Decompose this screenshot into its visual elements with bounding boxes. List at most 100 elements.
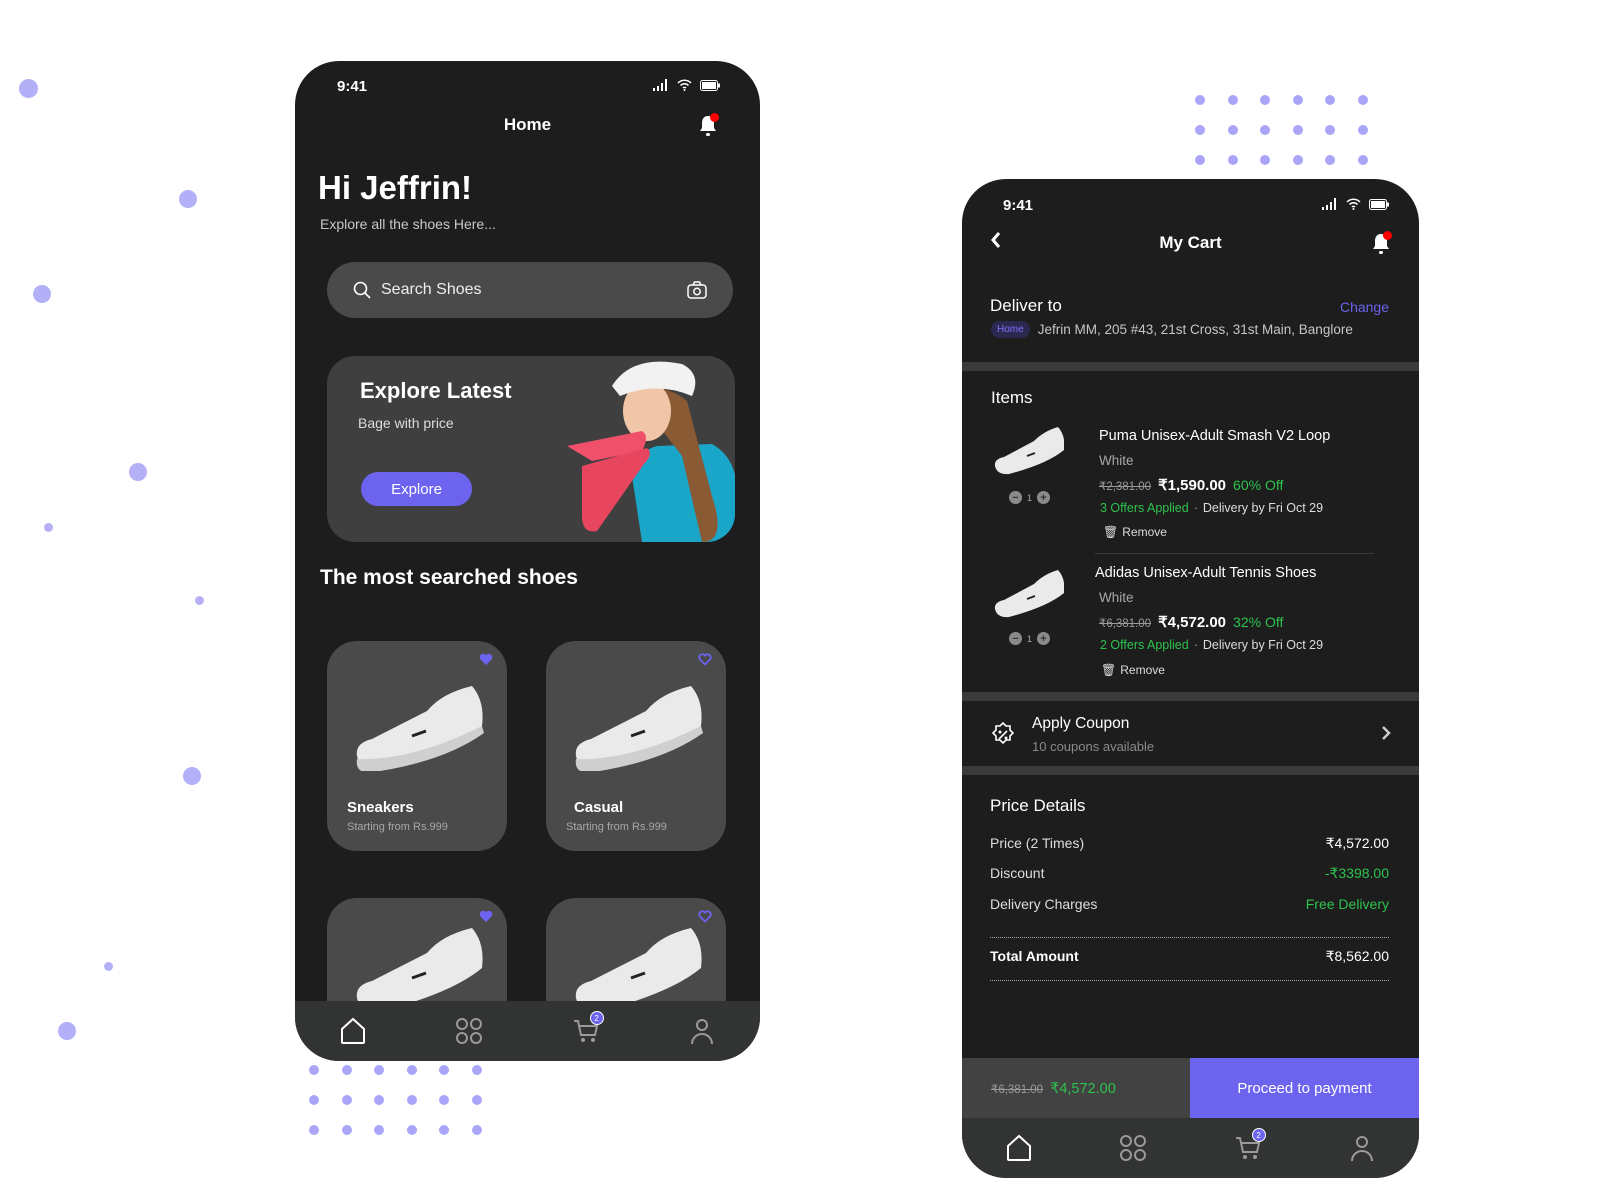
offers-applied[interactable]: 3 Offers Applied: [1100, 501, 1189, 515]
nav-home[interactable]: [333, 1011, 373, 1051]
status-icons: [1322, 198, 1389, 210]
address-tag: Home: [991, 321, 1030, 338]
user-icon: [690, 1019, 713, 1045]
apply-coupon-row[interactable]: Apply Coupon 10 coupons available: [962, 701, 1419, 766]
nav-categories[interactable]: [1113, 1128, 1153, 1168]
total-row: Total Amount ₹8,562.00: [990, 948, 1389, 964]
product-card[interactable]: Casual Starting from Rs.999: [546, 641, 726, 851]
notification-dot: [710, 113, 719, 122]
delivery-date: Delivery by Fri Oct 29: [1202, 638, 1324, 652]
decor-dot: [58, 1022, 76, 1040]
decrease-button[interactable]: −: [1009, 632, 1022, 645]
deliver-to-label: Deliver to: [990, 296, 1062, 315]
bottom-nav: 2: [962, 1118, 1419, 1178]
product-card[interactable]: Sneakers Starting from Rs.999: [327, 641, 507, 851]
shoe-image: [356, 686, 484, 771]
decrease-button[interactable]: −: [1009, 491, 1022, 504]
search-bar[interactable]: Search Shoes: [327, 262, 733, 318]
decor-dot: [195, 596, 204, 605]
coupon-icon: [991, 722, 1015, 745]
banner-subtitle: Bage with price: [358, 415, 454, 431]
address-text: Jefrin MM, 205 #43, 21st Cross, 31st Mai…: [1037, 322, 1353, 337]
shoe-image: [575, 928, 702, 1012]
decor-dot: [19, 79, 38, 98]
home-icon: [1007, 1134, 1032, 1161]
nav-cart[interactable]: 2: [1228, 1128, 1268, 1168]
decor-dot: [33, 285, 51, 303]
grid-icon: [1120, 1135, 1147, 1161]
product-name: Casual: [574, 799, 624, 816]
signal-icon: [653, 79, 667, 91]
banner-title: Explore Latest: [360, 378, 512, 403]
section-title: The most searched shoes: [320, 566, 578, 589]
divider: [962, 362, 1419, 371]
quantity-stepper: − 1 +: [1009, 632, 1051, 645]
nav-cart[interactable]: 2: [566, 1011, 606, 1051]
divider: [1095, 553, 1374, 554]
items-title: Items: [991, 388, 1033, 407]
change-address-link[interactable]: Change: [1340, 299, 1389, 315]
heart-outline-icon[interactable]: [698, 910, 712, 923]
price-details-title: Price Details: [990, 796, 1086, 815]
quantity-stepper: − 1 +: [1009, 491, 1051, 504]
product-name: Sneakers: [347, 799, 414, 816]
coupon-subtitle: 10 coupons available: [1032, 739, 1155, 754]
model-image: [567, 361, 735, 542]
status-time: 9:41: [1003, 197, 1034, 214]
cart-badge: 2: [589, 1011, 604, 1025]
decor-dot: [44, 523, 53, 532]
quantity-value: 1: [1027, 492, 1033, 503]
signal-icon: [1322, 198, 1336, 210]
heart-filled-icon[interactable]: [479, 910, 493, 923]
product-subtitle: Starting from Rs.999: [347, 821, 448, 833]
decor-dot: [183, 767, 201, 785]
notification-button[interactable]: [1371, 231, 1392, 260]
decor-dot: [129, 463, 147, 481]
increase-button[interactable]: +: [1037, 491, 1051, 504]
shoe-image: [994, 570, 1064, 618]
heart-filled-icon[interactable]: [479, 653, 493, 666]
nav-categories[interactable]: [449, 1011, 489, 1051]
offers-applied[interactable]: 2 Offers Applied: [1100, 638, 1189, 652]
search-input[interactable]: Search Shoes: [381, 281, 687, 299]
nav-profile[interactable]: [682, 1011, 722, 1051]
camera-icon[interactable]: [687, 281, 707, 299]
status-icons: [653, 79, 720, 91]
bottom-nav: 2: [295, 1001, 760, 1061]
trash-icon: 🗑: [1103, 525, 1119, 539]
item-discount: 60% Off: [1233, 477, 1284, 493]
remove-button[interactable]: 🗑 Remove: [1101, 663, 1165, 677]
user-icon: [1350, 1136, 1373, 1162]
shoe-image: [575, 686, 703, 771]
decor-dot: [104, 962, 113, 971]
explore-button[interactable]: Explore: [361, 472, 472, 506]
page-title: My Cart: [1159, 233, 1222, 252]
item-price: ₹1,590.00: [1158, 477, 1227, 494]
notification-button[interactable]: [698, 113, 719, 142]
nav-home[interactable]: [999, 1128, 1039, 1168]
item-color: White: [1099, 453, 1134, 468]
nav-profile[interactable]: [1342, 1128, 1382, 1168]
search-icon: [353, 281, 371, 299]
shoe-image: [356, 928, 483, 1012]
battery-icon: [1369, 198, 1389, 210]
greeting: Hi Jeffrin!: [318, 169, 473, 206]
proceed-to-payment-button[interactable]: Proceed to payment: [1190, 1058, 1419, 1119]
item-color: White: [1099, 590, 1134, 605]
delivery-row: Delivery Charges Free Delivery: [990, 896, 1389, 912]
heart-outline-icon[interactable]: [698, 653, 712, 666]
wifi-icon: [677, 79, 692, 91]
increase-button[interactable]: +: [1037, 632, 1051, 645]
shoe-image: [994, 427, 1064, 475]
delivery-date: Delivery by Fri Oct 29: [1202, 501, 1324, 515]
item-discount: 32% Off: [1233, 614, 1284, 630]
remove-button[interactable]: 🗑 Remove: [1103, 525, 1167, 539]
page-title: Home: [503, 115, 552, 134]
item-old-price: ₹2,381.00: [1099, 481, 1152, 493]
divider: [962, 766, 1419, 775]
cart-screen: 9:41 My Cart Deliver to Change Home Jefr…: [962, 179, 1419, 1178]
status-time: 9:41: [337, 78, 368, 95]
checkout-old-price: ₹6,381.00: [991, 1083, 1044, 1096]
item-name: Puma Unisex-Adult Smash V2 Loop: [1099, 428, 1331, 444]
quantity-value: 1: [1027, 633, 1033, 644]
